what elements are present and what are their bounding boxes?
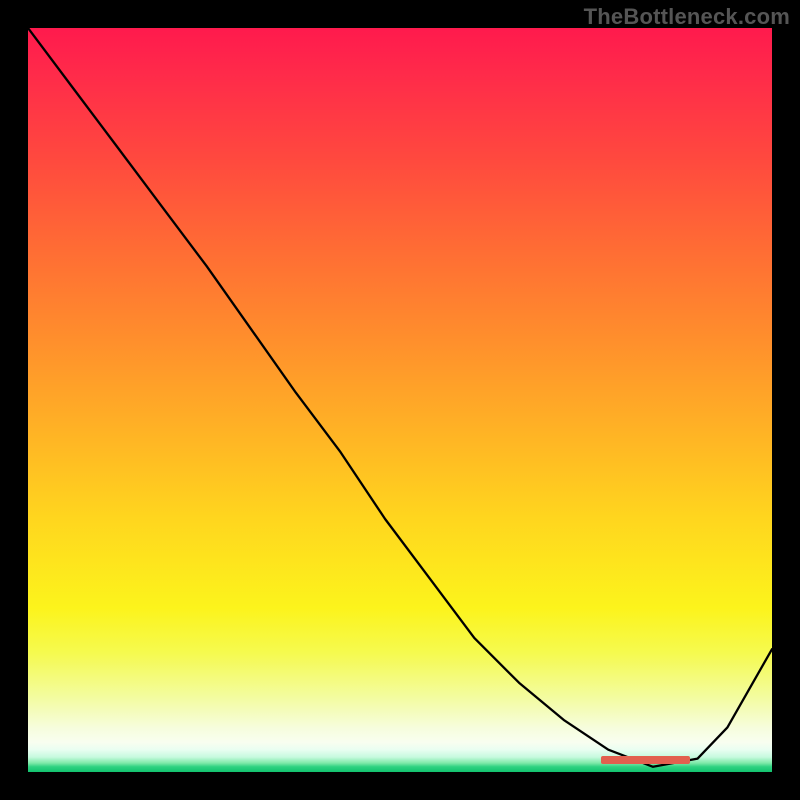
chart-plot-area (28, 28, 772, 772)
watermark-text: TheBottleneck.com (584, 4, 790, 30)
curve-path (28, 28, 772, 767)
bottleneck-marker (601, 756, 690, 764)
bottleneck-curve (28, 28, 772, 772)
